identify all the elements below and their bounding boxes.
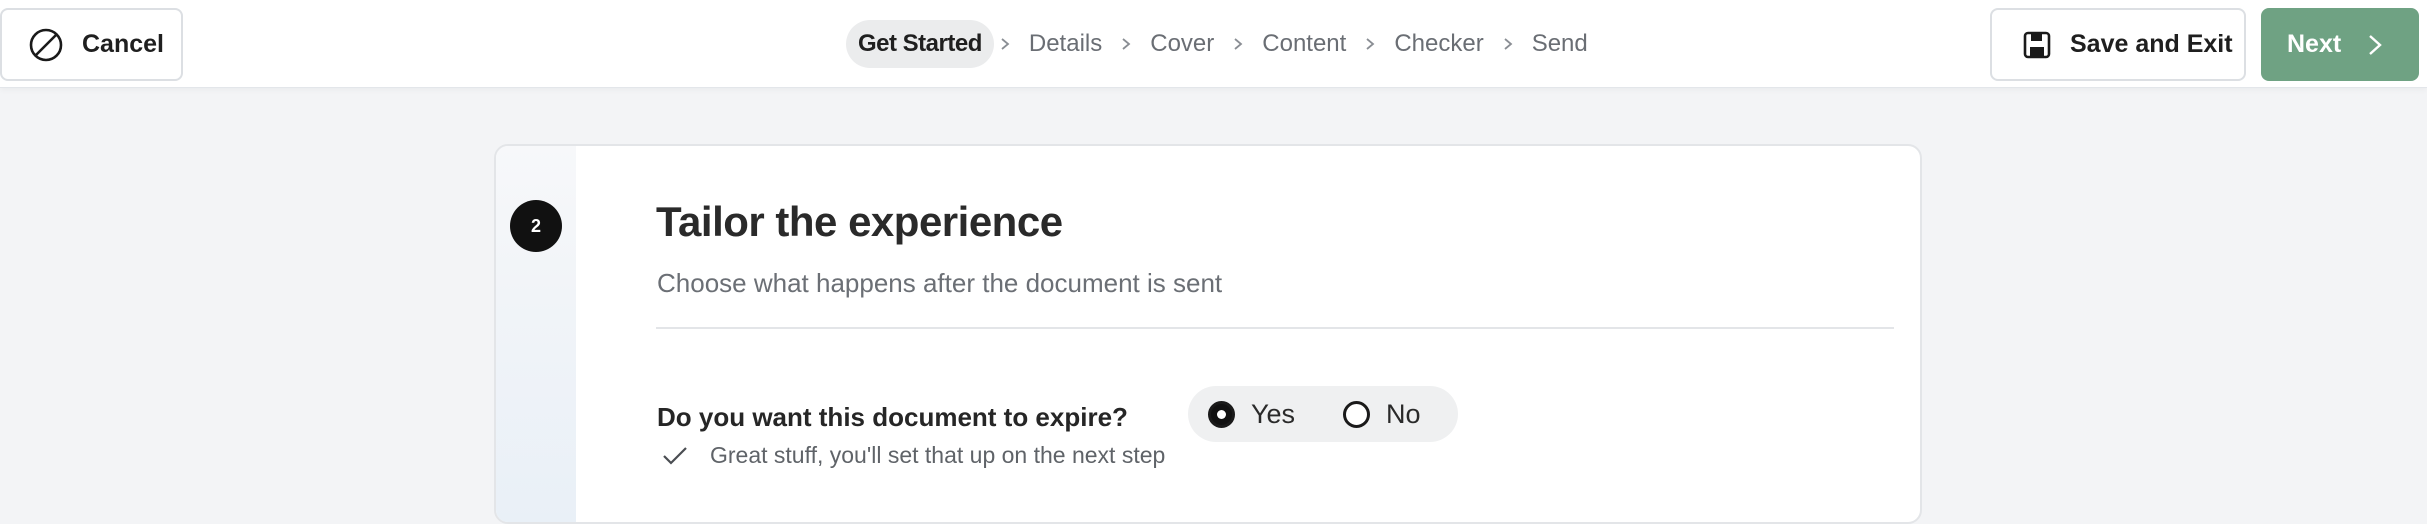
step-get-started[interactable]: Get Started: [846, 20, 994, 68]
settings-card: 2 Tailor the experience Choose what happ…: [494, 144, 1922, 524]
save-and-exit-button[interactable]: Save and Exit: [1990, 8, 2246, 81]
chevron-right-icon: [2369, 34, 2382, 55]
radio-no-label: No: [1386, 398, 1421, 429]
chevron-right-icon: [1497, 37, 1519, 51]
expire-radio-group: Yes No: [1188, 386, 1458, 442]
radio-no[interactable]: No: [1343, 399, 1421, 430]
step-cover[interactable]: Cover: [1137, 20, 1227, 68]
radio-checked-icon: [1208, 400, 1235, 428]
prohibited-circle-icon: [29, 28, 63, 61]
cancel-label: Cancel: [82, 30, 164, 58]
card-subtitle: Choose what happens after the document i…: [657, 268, 1223, 298]
hint-text: Great stuff, you'll set that up on the n…: [710, 442, 1166, 468]
card-title: Tailor the experience: [656, 198, 1063, 245]
chevron-right-icon: [1359, 37, 1381, 51]
step-details[interactable]: Details: [1016, 20, 1115, 68]
divider: [656, 327, 1894, 329]
expire-question: Do you want this document to expire?: [657, 402, 1128, 432]
step-number-badge: 2: [510, 200, 562, 252]
save-label: Save and Exit: [2070, 30, 2233, 58]
top-bar: Cancel Get Started Details Cover Content…: [0, 0, 2427, 88]
chevron-right-icon: [994, 37, 1016, 51]
chevron-right-icon: [1227, 37, 1249, 51]
radio-unchecked-icon: [1343, 400, 1371, 428]
progress-steps: Get Started Details Cover Content Checke…: [846, 20, 1601, 68]
cancel-button[interactable]: Cancel: [0, 8, 183, 81]
floppy-disk-icon: [2023, 31, 2051, 58]
step-checker[interactable]: Checker: [1381, 20, 1496, 68]
chevron-right-icon: [1115, 37, 1137, 51]
radio-yes[interactable]: Yes: [1208, 399, 1295, 430]
radio-yes-label: Yes: [1251, 398, 1296, 429]
next-label: Next: [2287, 30, 2342, 58]
step-content[interactable]: Content: [1249, 20, 1359, 68]
checkmark-icon: [663, 446, 687, 465]
next-button[interactable]: Next: [2261, 8, 2419, 81]
hint-message: Great stuff, you'll set that up on the n…: [662, 442, 1165, 469]
step-send[interactable]: Send: [1519, 20, 1601, 68]
